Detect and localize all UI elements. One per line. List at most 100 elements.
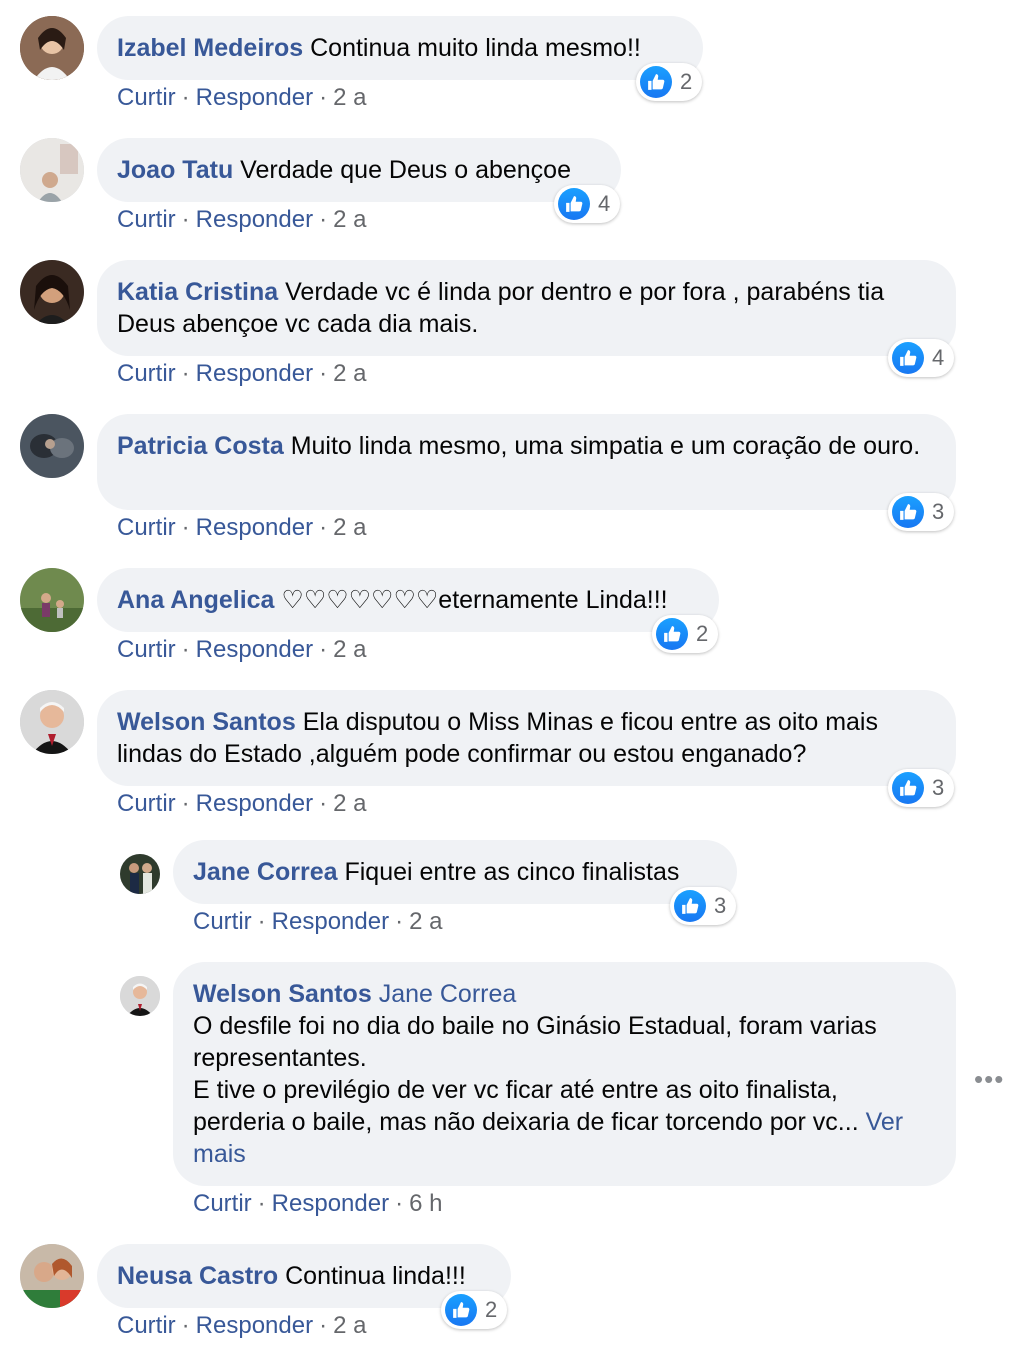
like-button[interactable]: Curtir — [117, 84, 176, 111]
reply-button[interactable]: Responder — [272, 1190, 389, 1217]
like-button[interactable]: Curtir — [193, 1190, 252, 1217]
comment-author[interactable]: Joao Tatu — [117, 156, 233, 184]
separator: · — [319, 1312, 328, 1339]
avatar[interactable] — [20, 16, 84, 80]
reply-button[interactable]: Responder — [196, 514, 313, 541]
like-reaction-icon — [640, 66, 672, 98]
reply-button[interactable]: Responder — [196, 790, 313, 817]
reaction-count[interactable]: 3 — [888, 769, 955, 807]
separator: · — [181, 790, 190, 817]
reaction-count[interactable]: 4 — [554, 185, 621, 223]
comment-text: Continua muito linda mesmo!! — [310, 34, 641, 62]
separator: · — [395, 1190, 404, 1217]
reaction-number: 3 — [932, 775, 945, 800]
reply-button[interactable]: Responder — [196, 636, 313, 663]
timestamp[interactable]: 2 a — [333, 514, 366, 541]
mention-link[interactable]: Jane Correa — [379, 980, 517, 1008]
comment-actions: Curtir · Responder · 2 a — [117, 790, 366, 818]
reaction-number: 2 — [680, 69, 693, 94]
comment-bubble: Welson Santos Jane Correa O desfile foi … — [173, 962, 956, 1186]
like-button[interactable]: Curtir — [117, 514, 176, 541]
timestamp[interactable]: 2 a — [333, 84, 366, 111]
like-button[interactable]: Curtir — [117, 636, 176, 663]
separator: · — [319, 514, 328, 541]
reaction-count[interactable]: 2 — [652, 615, 719, 653]
reaction-count[interactable]: 3 — [888, 493, 955, 531]
like-button[interactable]: Curtir — [117, 790, 176, 817]
reaction-number: 4 — [932, 345, 945, 370]
comment-author[interactable]: Neusa Castro — [117, 1262, 278, 1290]
avatar[interactable] — [120, 976, 160, 1016]
reply-button[interactable]: Responder — [196, 360, 313, 387]
like-reaction-icon — [892, 496, 924, 528]
timestamp[interactable]: 2 a — [333, 206, 366, 233]
reaction-number: 3 — [714, 893, 727, 918]
avatar[interactable] — [20, 568, 84, 632]
like-reaction-icon — [892, 342, 924, 374]
separator: · — [319, 360, 328, 387]
like-reaction-icon — [445, 1294, 477, 1326]
comment-actions: Curtir · Responder · 2 a — [117, 360, 366, 388]
comment-bubble: Katia Cristina Verdade vc é linda por de… — [97, 260, 956, 356]
reply-button[interactable]: Responder — [196, 84, 313, 111]
reaction-count[interactable]: 4 — [888, 339, 955, 377]
avatar[interactable] — [120, 854, 160, 894]
separator: · — [319, 84, 328, 111]
comment-author[interactable]: Welson Santos — [193, 980, 372, 1008]
comment-author[interactable]: Patricia Costa — [117, 432, 284, 460]
timestamp[interactable]: 2 a — [333, 360, 366, 387]
comment-text: Fiquei entre as cinco finalistas — [344, 858, 680, 886]
separator: · — [181, 84, 190, 111]
separator: · — [181, 206, 190, 233]
reaction-count[interactable]: 2 — [636, 63, 703, 101]
comment-author[interactable]: Katia Cristina — [117, 278, 278, 306]
reaction-number: 3 — [932, 499, 945, 524]
like-button[interactable]: Curtir — [117, 1312, 176, 1339]
separator: · — [257, 908, 266, 935]
separator: · — [319, 790, 328, 817]
avatar[interactable] — [20, 260, 84, 324]
comment-author[interactable]: Izabel Medeiros — [117, 34, 303, 62]
comment-text: Continua linda!!! — [285, 1262, 466, 1290]
separator: · — [395, 908, 404, 935]
timestamp[interactable]: 2 a — [333, 790, 366, 817]
timestamp[interactable]: 2 a — [333, 636, 366, 663]
comment-bubble: Izabel Medeiros Continua muito linda mes… — [97, 16, 703, 80]
avatar[interactable] — [20, 1244, 84, 1308]
comment-author[interactable]: Ana Angelica — [117, 586, 274, 614]
separator: · — [319, 206, 328, 233]
more-options-icon[interactable]: ••• — [974, 1064, 1004, 1095]
avatar[interactable] — [20, 690, 84, 754]
comment-actions: Curtir · Responder · 6 h — [193, 1190, 442, 1218]
reaction-number: 2 — [696, 621, 709, 646]
reply-button[interactable]: Responder — [196, 206, 313, 233]
comment-bubble: Joao Tatu Verdade que Deus o abençoe — [97, 138, 621, 202]
reaction-count[interactable]: 3 — [670, 887, 737, 925]
comment-text: ♡♡♡♡♡♡♡eternamente Linda!!! — [281, 586, 668, 614]
like-reaction-icon — [674, 890, 706, 922]
reply-button[interactable]: Responder — [196, 1312, 313, 1339]
timestamp[interactable]: 2 a — [333, 1312, 366, 1339]
comment-bubble: Welson Santos Ela disputou o Miss Minas … — [97, 690, 956, 786]
comment-author[interactable]: Welson Santos — [117, 708, 296, 736]
timestamp[interactable]: 6 h — [409, 1190, 442, 1217]
like-reaction-icon — [892, 772, 924, 804]
comment-bubble: Patricia Costa Muito linda mesmo, uma si… — [97, 414, 956, 510]
like-button[interactable]: Curtir — [117, 360, 176, 387]
comment-actions: Curtir · Responder · 2 a — [117, 514, 366, 542]
avatar[interactable] — [20, 138, 84, 202]
reaction-count[interactable]: 2 — [441, 1291, 508, 1329]
timestamp[interactable]: 2 a — [409, 908, 442, 935]
like-button[interactable]: Curtir — [117, 206, 176, 233]
comment-actions: Curtir · Responder · 2 a — [117, 1312, 366, 1340]
comment-actions: Curtir · Responder · 2 a — [117, 636, 366, 664]
reply-button[interactable]: Responder — [272, 908, 389, 935]
comment-bubble: Jane Correa Fiquei entre as cinco finali… — [173, 840, 737, 904]
like-reaction-icon — [558, 188, 590, 220]
separator: · — [181, 514, 190, 541]
comment-author[interactable]: Jane Correa — [193, 858, 338, 886]
separator: · — [181, 360, 190, 387]
like-button[interactable]: Curtir — [193, 908, 252, 935]
avatar[interactable] — [20, 414, 84, 478]
reaction-number: 2 — [485, 1297, 498, 1322]
